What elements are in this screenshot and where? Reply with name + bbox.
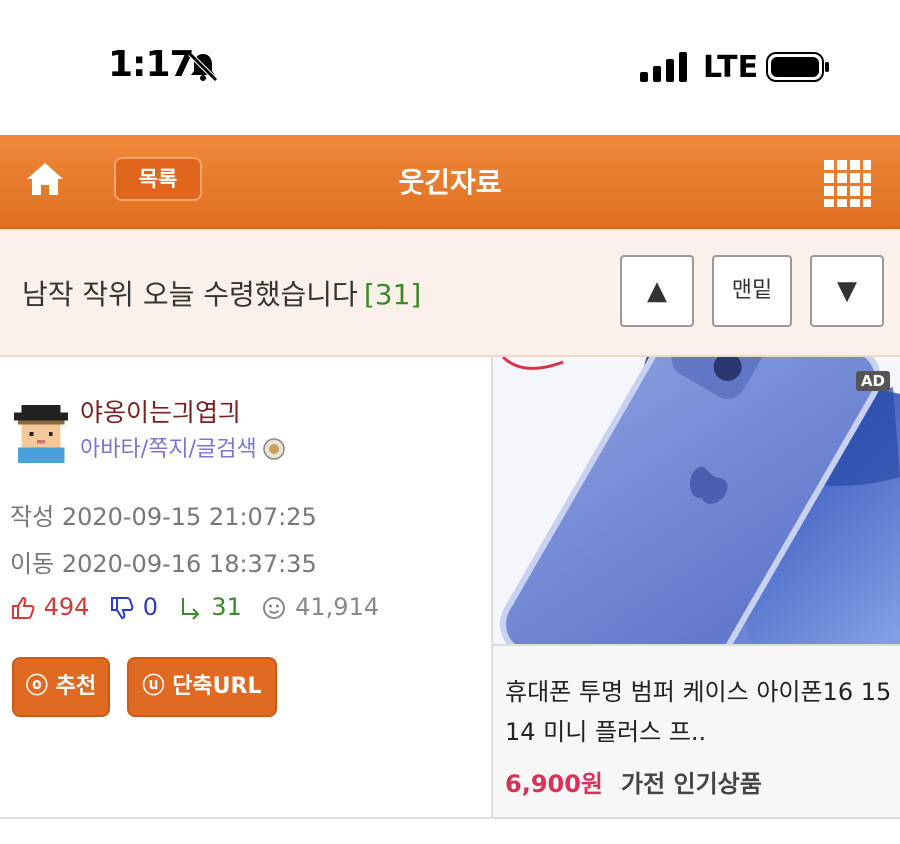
reply-stat: 31 xyxy=(178,593,242,621)
written-value: 2020-09-15 21:07:25 xyxy=(61,503,317,531)
status-bar: 1:17 LTE xyxy=(0,0,900,135)
upvote-stat: 494 xyxy=(10,593,89,621)
post-title-text: 남작 작위 오늘 수령했습니다 xyxy=(22,278,358,311)
ad-product-name[interactable]: 휴대폰 투명 범퍼 케이스 아이폰16 15 14 미니 플러스 프.. xyxy=(505,672,895,752)
post-info-panel: 야옹이는긔엽긔 아바타/쪽지/글검색 작성 2020-09-15 21:07:2… xyxy=(0,357,490,817)
board-title: 웃긴자료 xyxy=(398,166,502,199)
ad-product-image[interactable]: AD xyxy=(493,357,900,644)
reply-arrow-icon xyxy=(181,598,200,620)
moved-date: 이동 2020-09-16 18:37:35 xyxy=(10,544,317,579)
level-badge-icon xyxy=(263,438,285,460)
upvote-count: 494 xyxy=(43,593,90,621)
written-label: 작성 xyxy=(10,503,55,531)
ad-category: 가전 인기상품 xyxy=(621,770,762,798)
short-url-label: 단축URL xyxy=(172,674,262,699)
bell-slash-icon xyxy=(188,52,218,82)
top-nav-bar: 목록 웃긴자료 xyxy=(0,135,900,229)
battery-icon xyxy=(766,52,829,82)
divider xyxy=(0,817,900,819)
author-name[interactable]: 야옹이는긔엽긔 xyxy=(80,393,241,429)
downvote-count: 0 xyxy=(142,593,159,621)
short-url-icon: ⓤ xyxy=(142,674,165,699)
ad-price: 6,900원 xyxy=(505,770,603,798)
written-date: 작성 2020-09-15 21:07:25 xyxy=(10,497,317,532)
ad-badge: AD xyxy=(855,371,890,391)
view-count: 41,914 xyxy=(295,593,380,621)
ad-text-box[interactable]: 휴대폰 투명 범퍼 케이스 아이폰16 15 14 미니 플러스 프.. 6,9… xyxy=(493,644,900,817)
moved-label: 이동 xyxy=(10,550,55,578)
ad-panel[interactable]: AD 휴대폰 투명 범퍼 케이스 아이폰16 15 14 미니 플러스 프.. … xyxy=(491,357,900,817)
post-stats: 494 0 31 41,914 xyxy=(10,593,391,621)
scroll-down-button[interactable]: ▼ xyxy=(810,255,884,327)
avatar[interactable] xyxy=(10,401,72,463)
comment-count[interactable]: [31] xyxy=(364,278,421,311)
reply-count: 31 xyxy=(211,593,242,621)
recommend-icon: ⓞ xyxy=(25,674,48,699)
signal-icon xyxy=(640,52,687,82)
network-label: LTE xyxy=(703,50,759,85)
short-url-button[interactable]: ⓤ 단축URL xyxy=(127,657,277,717)
thumbs-up-icon xyxy=(12,596,35,619)
status-time: 1:17 xyxy=(108,44,195,85)
author-links[interactable]: 아바타/쪽지/글검색 xyxy=(80,431,285,463)
post-title: 남작 작위 오늘 수령했습니다 [31] xyxy=(22,273,421,313)
recommend-button[interactable]: ⓞ 추천 xyxy=(12,657,110,717)
moved-value: 2020-09-16 18:37:35 xyxy=(61,550,317,578)
post-title-bar: 남작 작위 오늘 수령했습니다 [31] ▲ 맨밑 ▼ xyxy=(0,229,900,357)
go-bottom-button[interactable]: 맨밑 xyxy=(712,255,792,327)
grid-menu-icon[interactable] xyxy=(822,158,872,208)
downvote-stat: 0 xyxy=(109,593,158,621)
view-stat: 41,914 xyxy=(261,593,379,621)
scroll-top-button[interactable]: ▲ xyxy=(620,255,694,327)
phone-case-image xyxy=(493,357,900,644)
thumbs-down-icon xyxy=(111,597,134,620)
author-links-text[interactable]: 아바타/쪽지/글검색 xyxy=(80,437,257,462)
recommend-label: 추천 xyxy=(55,674,97,699)
smiley-icon xyxy=(263,597,286,619)
